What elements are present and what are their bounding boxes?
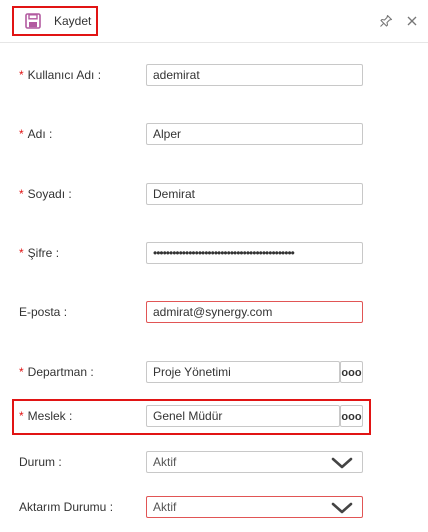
email-label-text: E-posta	[19, 305, 61, 319]
status-dropdown[interactable]: Aktif	[146, 451, 363, 473]
profession-row: * Meslek : Genel Müdür ooo	[0, 405, 428, 429]
save-button-label: Kaydet	[54, 14, 92, 28]
floppy-disk-icon	[25, 13, 41, 29]
transfer-status-value: Aktif	[153, 500, 177, 514]
toolbar: Kaydet	[0, 0, 428, 43]
save-button[interactable]: Kaydet	[12, 6, 98, 36]
department-row: * Departman : Proje Yönetimi ooo	[0, 361, 428, 385]
close-icon[interactable]	[405, 14, 419, 28]
required-marker: *	[19, 68, 24, 82]
first-name-label: * Adı :	[19, 127, 53, 141]
department-label: * Departman :	[19, 365, 94, 379]
chevron-down-icon	[331, 502, 353, 514]
first-name-row: * Adı : Alper	[0, 123, 428, 147]
profession-lookup-button[interactable]: ooo	[340, 405, 363, 427]
status-label-text: Durum	[19, 455, 56, 469]
last-name-label: * Soyadı :	[19, 187, 72, 201]
profession-label-text: Meslek	[27, 409, 66, 423]
password-row: * Şifre : •••••••••••••••••••••••••••••••…	[0, 242, 428, 266]
status-label: Durum :	[19, 455, 62, 469]
first-name-label-text: Adı	[27, 127, 46, 141]
transfer-status-row: Aktarım Durumu : Aktif	[0, 496, 428, 520]
pin-icon[interactable]	[379, 14, 393, 28]
department-label-text: Departman	[27, 365, 88, 379]
email-row: E-posta : admirat@synergy.com	[0, 301, 428, 325]
transfer-status-dropdown[interactable]: Aktif	[146, 496, 363, 518]
profession-label: * Meslek :	[19, 409, 73, 423]
password-label: * Şifre :	[19, 246, 60, 260]
department-lookup-button[interactable]: ooo	[340, 361, 363, 383]
chevron-down-icon	[331, 457, 353, 469]
username-input[interactable]: ademirat	[146, 64, 363, 86]
status-value: Aktif	[153, 455, 177, 469]
required-marker: *	[19, 127, 24, 141]
username-label-text: Kullanıcı Adı	[27, 68, 95, 82]
status-row: Durum : Aktif	[0, 451, 428, 475]
last-name-label-text: Soyadı	[27, 187, 66, 201]
transfer-status-label: Aktarım Durumu :	[19, 500, 114, 514]
email-label: E-posta :	[19, 305, 68, 319]
password-input[interactable]: ••••••••••••••••••••••••••••••••••••••••…	[146, 242, 363, 264]
email-input[interactable]: admirat@synergy.com	[146, 301, 363, 323]
last-name-row: * Soyadı : Demirat	[0, 183, 428, 207]
required-marker: *	[19, 187, 24, 201]
username-label: * Kullanıcı Adı :	[19, 68, 102, 82]
username-row: * Kullanıcı Adı : ademirat	[0, 64, 428, 88]
transfer-status-label-text: Aktarım Durumu	[19, 500, 107, 514]
password-label-text: Şifre	[27, 246, 53, 260]
required-marker: *	[19, 246, 24, 260]
required-marker: *	[19, 409, 24, 423]
required-marker: *	[19, 365, 24, 379]
first-name-input[interactable]: Alper	[146, 123, 363, 145]
last-name-input[interactable]: Demirat	[146, 183, 363, 205]
department-input[interactable]: Proje Yönetimi	[146, 361, 340, 383]
profession-input[interactable]: Genel Müdür	[146, 405, 340, 427]
